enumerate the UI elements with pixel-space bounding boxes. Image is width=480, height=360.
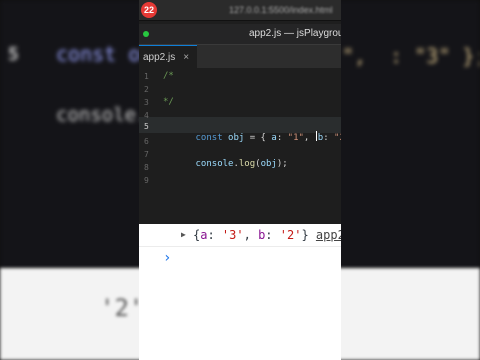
bg-right-fragment: ", : "3" }; (342, 44, 480, 68)
url-text: 127.0.0.1:5500/index.html (229, 5, 333, 15)
expand-triangle-icon[interactable]: ▶ (181, 230, 186, 239)
line-number: 2 (144, 85, 149, 94)
bg-line-number: 5 (8, 44, 19, 65)
line-number: 8 (144, 163, 149, 172)
line-number: 9 (144, 176, 149, 185)
code-editor[interactable]: 1 /* 2 3 */ 4 5 const obj = { a: "1", b:… (139, 68, 341, 216)
code-line: */ (163, 97, 174, 107)
screen-window: 22 127.0.0.1:5500/index.html app2.js — j… (139, 0, 341, 360)
tab-bar: app2.js × (139, 44, 341, 69)
notification-badge: 22 (141, 2, 157, 18)
line-number: 6 (144, 137, 149, 146)
console-log-row[interactable]: ▶ {a: '3', b: '2'} app2 (139, 224, 341, 247)
line-number: 7 (144, 150, 149, 159)
code-line: /* (163, 71, 174, 81)
devtools-console: ▶ {a: '3', b: '2'} app2 › (139, 224, 341, 360)
console-prompt-icon[interactable]: › (163, 250, 171, 266)
line-number-active: 5 (144, 122, 149, 131)
tab-app2-js[interactable]: app2.js × (139, 45, 197, 69)
line-number: 1 (144, 72, 149, 81)
line-number: 4 (144, 111, 149, 120)
console-output: {a: '3', b: '2'} app2 (193, 228, 341, 242)
browser-bar: 22 127.0.0.1:5500/index.html (139, 0, 341, 21)
code-line-console: console.log(obj); (195, 159, 288, 169)
source-link[interactable]: app2 (316, 228, 341, 242)
text-cursor (315, 131, 317, 141)
line-number: 3 (144, 98, 149, 107)
window-title: app2.js — jsPlayground (249, 28, 341, 39)
window-control-dot[interactable] (143, 31, 149, 37)
close-icon[interactable]: × (183, 52, 189, 63)
panel-divider (139, 216, 341, 224)
editor-title-bar: app2.js — jsPlayground (139, 24, 341, 44)
tab-label: app2.js (143, 52, 176, 63)
